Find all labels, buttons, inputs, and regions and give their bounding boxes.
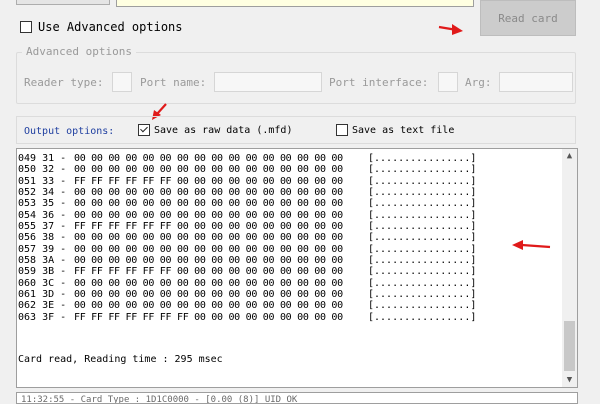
dump-ascii: [................] [368,221,477,233]
dump-address: 060 3C - [18,277,67,289]
dump-line: 060 3C - 00 00 00 00 00 00 00 00 00 00 00… [18,278,558,289]
save-raw-data-label: Save as raw data (.mfd) [154,124,293,136]
chevron-down-icon[interactable]: ▼ [562,373,577,387]
dump-line: 049 31 - 00 00 00 00 00 00 00 00 00 00 00… [18,153,558,164]
top-button-partial[interactable] [16,0,110,5]
use-advanced-options-label: Use Advanced options [38,20,183,34]
dump-ascii: [................] [368,243,477,255]
dump-hex: FF FF FF FF FF FF 00 00 00 00 00 00 00 0… [74,221,343,233]
save-text-file-checkbox[interactable]: Save as text file [336,124,454,136]
save-raw-data-checkbox[interactable]: Save as raw data (.mfd) [138,124,292,136]
dump-line: 053 35 - 00 00 00 00 00 00 00 00 00 00 00… [18,198,558,209]
dump-address: 058 3A - [18,255,67,267]
dump-ascii: [................] [368,289,477,301]
dump-line: 062 3E - 00 00 00 00 00 00 00 00 00 00 00… [18,300,558,311]
dump-ascii: [................] [368,300,477,312]
port-interface-label: Port interface: [329,76,429,89]
dump-ascii: [................] [368,255,477,267]
dump-ascii: [................] [368,187,477,199]
dump-address: 061 3D - [18,289,67,301]
dump-ascii: [................] [368,209,477,221]
dump-address: 057 39 - [18,243,67,255]
dump-address: 059 3B - [18,266,67,278]
read-status-text: Card read, Reading time : 295 msec [18,354,223,365]
checkbox-icon[interactable] [20,21,32,33]
use-advanced-options-checkbox[interactable]: Use Advanced options [20,20,183,34]
advanced-options-title: Advanced options [22,45,136,58]
dump-line: 063 3F - FF FF FF FF FF FF FF 00 00 00 00… [18,312,558,323]
read-card-button[interactable]: Read card [480,0,576,36]
dump-address: 053 35 - [18,198,67,210]
dump-hex: 00 00 00 00 00 00 00 00 00 00 00 00 00 0… [74,198,343,210]
dump-address: 050 32 - [18,164,67,176]
scrollbar-thumb[interactable] [564,321,575,371]
dump-ascii: [................] [368,277,477,289]
dump-address: 052 34 - [18,187,67,199]
checkbox-checked-icon[interactable] [138,124,150,136]
dump-lines: 049 31 - 00 00 00 00 00 00 00 00 00 00 00… [18,153,558,323]
dump-ascii: [................] [368,153,477,164]
dump-hex: FF FF FF FF FF FF 00 00 00 00 00 00 00 0… [74,266,343,278]
dump-ascii: [................] [368,164,477,176]
dump-hex: 00 00 00 00 00 00 00 00 00 00 00 00 00 0… [74,255,343,267]
dump-line: 059 3B - FF FF FF FF FF FF 00 00 00 00 00… [18,266,558,277]
reader-type-label: Reader type: [24,76,104,89]
dump-hex: 00 00 00 00 00 00 00 00 00 00 00 00 00 0… [74,209,343,221]
save-text-file-label: Save as text file [352,124,455,136]
dump-address: 055 37 - [18,221,67,233]
dump-hex: 00 00 00 00 00 00 00 00 00 00 00 00 00 0… [74,232,343,244]
arg-input[interactable] [499,72,573,92]
dump-address: 062 3E - [18,300,67,312]
red-arrow-icon [512,240,551,250]
dump-hex: 00 00 00 00 00 00 00 00 00 00 00 00 00 0… [74,289,343,301]
dump-line: 054 36 - 00 00 00 00 00 00 00 00 00 00 00… [18,210,558,221]
chevron-up-icon[interactable]: ▲ [562,149,577,163]
dump-address: 056 38 - [18,232,67,244]
dump-address: 054 36 - [18,209,67,221]
dump-line: 058 3A - 00 00 00 00 00 00 00 00 00 00 00… [18,255,558,266]
dump-line: 057 39 - 00 00 00 00 00 00 00 00 00 00 00… [18,244,558,255]
dump-hex: 00 00 00 00 00 00 00 00 00 00 00 00 00 0… [74,277,343,289]
red-arrow-icon [438,24,463,35]
dump-ascii: [................] [368,266,477,278]
port-interface-input[interactable] [438,72,458,92]
dump-ascii: [................] [368,232,477,244]
dump-hex: 00 00 00 00 00 00 00 00 00 00 00 00 00 0… [74,153,343,164]
dump-hex: 00 00 00 00 00 00 00 00 00 00 00 00 00 0… [74,187,343,199]
dump-line: 052 34 - 00 00 00 00 00 00 00 00 00 00 00… [18,187,558,198]
reader-type-input[interactable] [112,72,132,92]
dump-line: 056 38 - 00 00 00 00 00 00 00 00 00 00 00… [18,232,558,243]
event-log: 11:32:55 - Card Type : 1D1C0000 - [0.00 … [16,392,578,404]
dump-hex: FF FF FF FF FF FF FF 00 00 00 00 00 00 0… [74,311,343,323]
arg-label: Arg: [465,76,492,89]
dump-line: 055 37 - FF FF FF FF FF FF 00 00 00 00 00… [18,221,558,232]
dump-address: 049 31 - [18,153,67,164]
dump-line: 051 33 - FF FF FF FF FF FF 00 00 00 00 00… [18,176,558,187]
top-info-field [116,0,474,7]
dump-ascii: [................] [368,175,477,187]
dump-address: 063 3F - [18,311,67,323]
dump-hex: 00 00 00 00 00 00 00 00 00 00 00 00 00 0… [74,300,343,312]
dump-hex: FF FF FF FF FF FF 00 00 00 00 00 00 00 0… [74,175,343,187]
port-name-input[interactable] [214,72,322,92]
checkbox-icon[interactable] [336,124,348,136]
port-name-label: Port name: [140,76,207,89]
dump-line: 061 3D - 00 00 00 00 00 00 00 00 00 00 00… [18,289,558,300]
dump-hex: 00 00 00 00 00 00 00 00 00 00 00 00 00 0… [74,243,343,255]
dump-line: 050 32 - 00 00 00 00 00 00 00 00 00 00 00… [18,164,558,175]
output-options-label: Output options: [24,126,115,137]
dump-ascii: [................] [368,198,477,210]
dump-ascii: [................] [368,311,477,323]
dump-address: 051 33 - [18,175,67,187]
dump-hex: 00 00 00 00 00 00 00 00 00 00 00 00 00 0… [74,164,343,176]
